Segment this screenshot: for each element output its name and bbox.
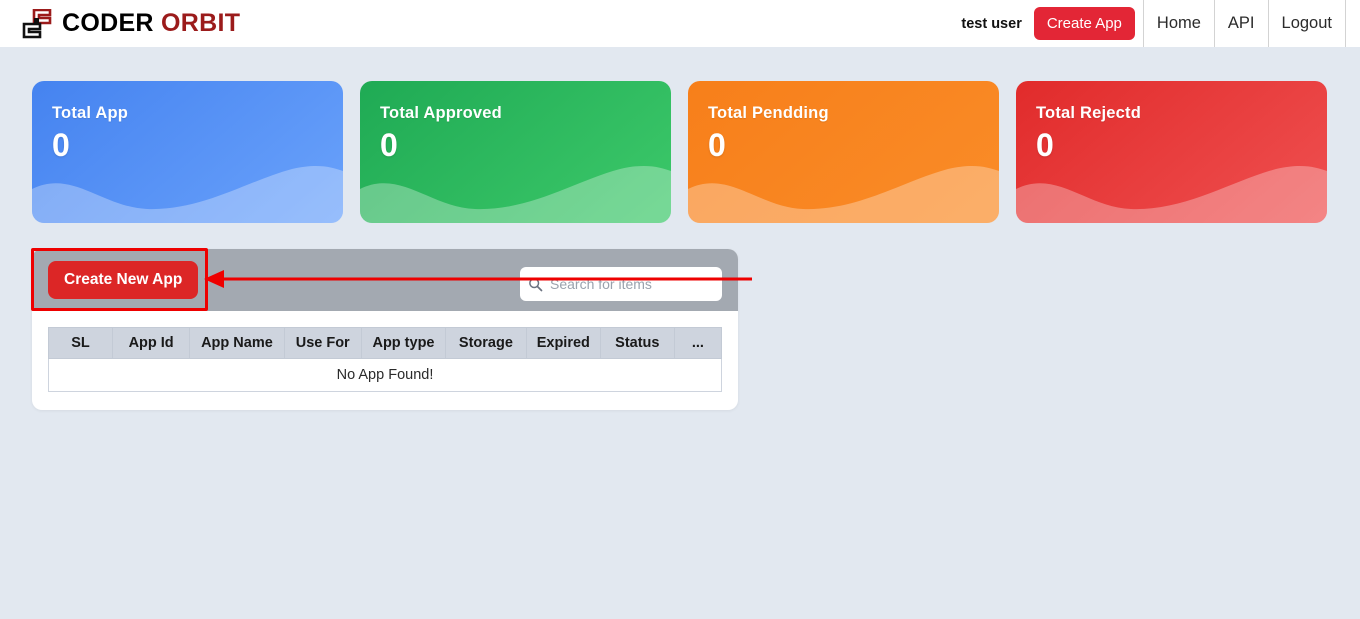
app-list-panel: Create New App SL App Id App	[32, 249, 738, 410]
stat-card-value: 0	[708, 127, 726, 163]
stat-card-title: Total Pendding	[708, 104, 829, 122]
column-header-use-for[interactable]: Use For	[283, 327, 362, 359]
navbar-right: test user Create App Home API Logout	[961, 0, 1346, 47]
stat-card-title: Total App	[52, 104, 129, 122]
card-wave-decoration	[360, 165, 671, 223]
app-table-header-row: SL App Id App Name Use For App type Stor…	[48, 327, 723, 359]
brand-word-coder: CODER	[62, 9, 154, 37]
table-empty-row: No App Found!	[48, 358, 722, 392]
stat-card-total-approved[interactable]: Total Approved 0	[360, 81, 671, 223]
stat-card-title: Total Rejectd	[1036, 104, 1141, 122]
stat-card-row: Total App 0 Total Approved 0 Total Pendd…	[32, 81, 1328, 223]
nav-divider	[1345, 0, 1346, 47]
search-input[interactable]	[550, 276, 714, 292]
column-header-expired[interactable]: Expired	[525, 327, 601, 359]
brand[interactable]: CODER ORBIT	[22, 8, 240, 39]
stat-card-title: Total Approved	[380, 104, 502, 122]
nav-link-logout[interactable]: Logout	[1267, 0, 1345, 47]
create-app-button[interactable]: Create App	[1033, 7, 1135, 40]
create-new-app-button[interactable]: Create New App	[48, 261, 199, 299]
top-navbar: CODER ORBIT test user Create App Home AP…	[0, 0, 1360, 47]
column-header-sl[interactable]: SL	[48, 327, 113, 359]
stat-card-total-pending[interactable]: Total Pendding 0	[688, 81, 999, 223]
column-header-status[interactable]: Status	[599, 327, 675, 359]
app-table-body: No App Found!	[48, 358, 722, 392]
column-header-app-id[interactable]: App Id	[111, 327, 191, 359]
stat-card-value: 0	[52, 127, 70, 163]
nav-link-home[interactable]: Home	[1142, 0, 1214, 47]
coder-orbit-logo-icon	[22, 8, 52, 39]
nav-link-api[interactable]: API	[1213, 0, 1268, 47]
column-header-app-type[interactable]: App type	[360, 327, 447, 359]
app-table: SL App Id App Name Use For App type Stor…	[48, 327, 723, 392]
column-header-app-name[interactable]: App Name	[189, 327, 285, 359]
stat-card-value: 0	[380, 127, 398, 163]
stat-card-total-app[interactable]: Total App 0	[32, 81, 343, 223]
column-header-storage[interactable]: Storage	[445, 327, 527, 359]
card-wave-decoration	[688, 165, 999, 223]
brand-text: CODER ORBIT	[62, 11, 240, 36]
stat-card-total-rejected[interactable]: Total Rejectd 0	[1016, 81, 1327, 223]
search-box[interactable]	[520, 267, 722, 301]
current-user-label: test user	[961, 15, 1022, 32]
panel-toolbar: Create New App	[32, 249, 738, 311]
app-table-container: SL App Id App Name Use For App type Stor…	[32, 311, 738, 392]
brand-word-orbit: ORBIT	[161, 9, 241, 37]
stat-card-value: 0	[1036, 127, 1054, 163]
card-wave-decoration	[32, 165, 343, 223]
column-header-actions[interactable]: ...	[673, 327, 723, 359]
empty-state-message: No App Found!	[48, 358, 722, 392]
card-wave-decoration	[1016, 165, 1327, 223]
search-icon	[528, 277, 543, 292]
